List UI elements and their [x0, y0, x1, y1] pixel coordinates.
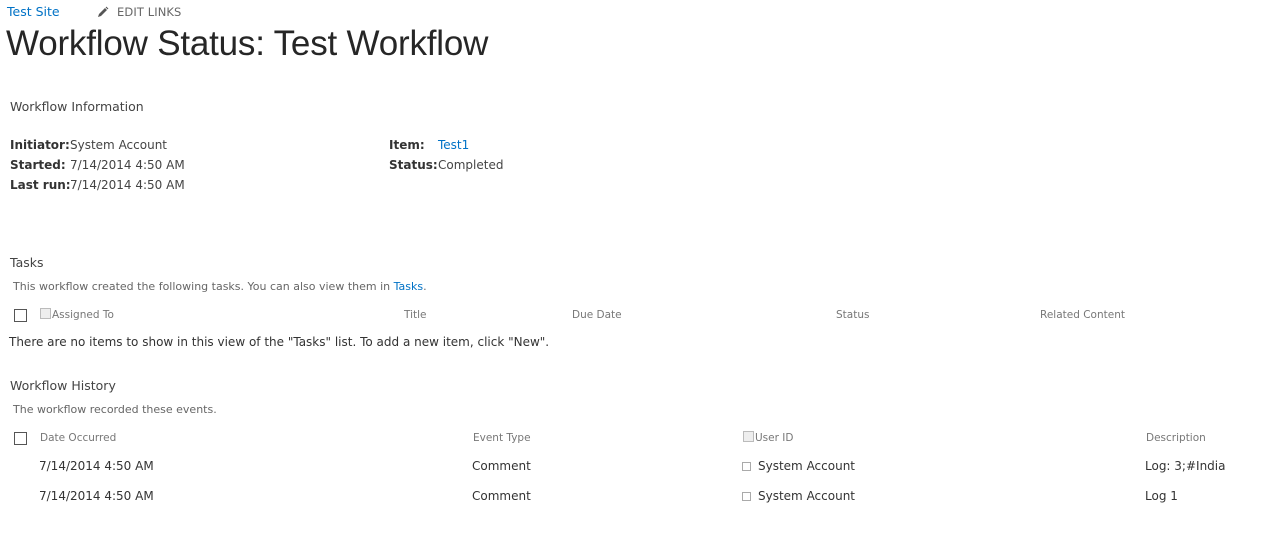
history-description: The workflow recorded these events.: [13, 403, 217, 416]
row-event-type: Comment: [472, 459, 531, 473]
page-title: Workflow Status: Test Workflow: [6, 24, 489, 63]
status-value: Completed: [438, 158, 504, 172]
tasks-column-checkbox[interactable]: [40, 308, 51, 319]
tasks-select-all-checkbox[interactable]: [14, 309, 27, 322]
row-user[interactable]: System Account: [758, 489, 855, 503]
workflow-history-heading: Workflow History: [10, 378, 116, 393]
pencil-icon: [98, 6, 109, 17]
history-column-event-type[interactable]: Event Type: [473, 432, 531, 444]
user-presence-icon: [742, 462, 751, 471]
history-column-checkbox[interactable]: [743, 431, 754, 442]
tasks-column-due-date[interactable]: Due Date: [572, 309, 622, 321]
tasks-description-suffix: .: [423, 280, 427, 293]
initiator-value: System Account: [70, 138, 168, 152]
last-run-label: Last run:: [10, 178, 71, 192]
status-label: Status:: [389, 158, 438, 172]
initiator-label: Initiator:: [10, 138, 70, 152]
history-column-description[interactable]: Description: [1146, 432, 1206, 444]
history-column-date-occurred[interactable]: Date Occurred: [40, 432, 116, 444]
started-value: 7/14/2014 4:50 AM: [70, 158, 185, 172]
tasks-column-status[interactable]: Status: [836, 309, 869, 321]
tasks-description: This workflow created the following task…: [13, 280, 427, 293]
row-user[interactable]: System Account: [758, 459, 855, 473]
row-description: Log 1: [1145, 489, 1178, 503]
edit-links-label: EDIT LINKS: [117, 5, 182, 19]
tasks-description-text: This workflow created the following task…: [13, 280, 394, 293]
history-column-user-id[interactable]: User ID: [755, 432, 793, 444]
tasks-empty-message: There are no items to show in this view …: [9, 335, 550, 349]
row-date: 7/14/2014 4:50 AM: [39, 489, 154, 503]
tasks-list-link[interactable]: Tasks: [394, 280, 423, 293]
tasks-column-title[interactable]: Title: [404, 309, 427, 321]
started-label: Started:: [10, 158, 66, 172]
site-breadcrumb-link[interactable]: Test Site: [7, 4, 60, 19]
last-run-value: 7/14/2014 4:50 AM: [70, 178, 185, 192]
item-label: Item:: [389, 138, 425, 152]
workflow-information-heading: Workflow Information: [10, 99, 144, 114]
user-presence-icon: [742, 492, 751, 501]
row-event-type: Comment: [472, 489, 531, 503]
tasks-column-assigned-to[interactable]: Assigned To: [52, 309, 114, 321]
tasks-heading: Tasks: [10, 255, 44, 270]
row-description: Log: 3;#India: [1145, 459, 1226, 473]
item-link[interactable]: Test1: [438, 138, 469, 152]
history-select-all-checkbox[interactable]: [14, 432, 27, 445]
edit-links-button[interactable]: EDIT LINKS: [97, 5, 181, 19]
tasks-column-related-content[interactable]: Related Content: [1040, 309, 1125, 321]
row-date: 7/14/2014 4:50 AM: [39, 459, 154, 473]
